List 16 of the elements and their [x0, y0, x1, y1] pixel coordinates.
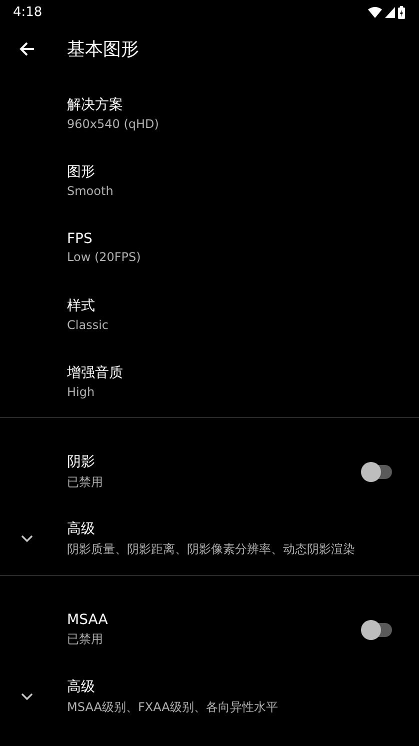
back-button[interactable]	[18, 40, 36, 58]
switch-preference[interactable]: MSAA 已禁用	[0, 596, 419, 663]
preference-item[interactable]: 增强音质 High	[0, 348, 419, 415]
advanced-expander[interactable]: 高级 阴影质量、阴影距离、阴影像素分辨率、动态阴影渲染	[0, 505, 419, 573]
preference-item[interactable]: 样式 Classic	[0, 281, 419, 348]
screen-title: 基本图形	[67, 38, 139, 61]
advanced-expander[interactable]: 高级 MSAA级别、FXAA级别、各向异性水平	[0, 663, 419, 731]
preference-item[interactable]: 图形 Smooth	[0, 147, 419, 214]
preference-item[interactable]: FPS Low (20FPS)	[0, 214, 419, 281]
status-time: 4:18	[13, 4, 42, 20]
wifi-icon	[368, 6, 382, 18]
battery-icon	[398, 6, 405, 18]
back-arrow-icon	[19, 41, 35, 57]
switch-preference[interactable]: 阴影 已禁用	[0, 438, 419, 505]
signal-icon	[385, 6, 395, 18]
preference-item[interactable]: 解决方案 960x540 (qHD)	[0, 80, 419, 147]
